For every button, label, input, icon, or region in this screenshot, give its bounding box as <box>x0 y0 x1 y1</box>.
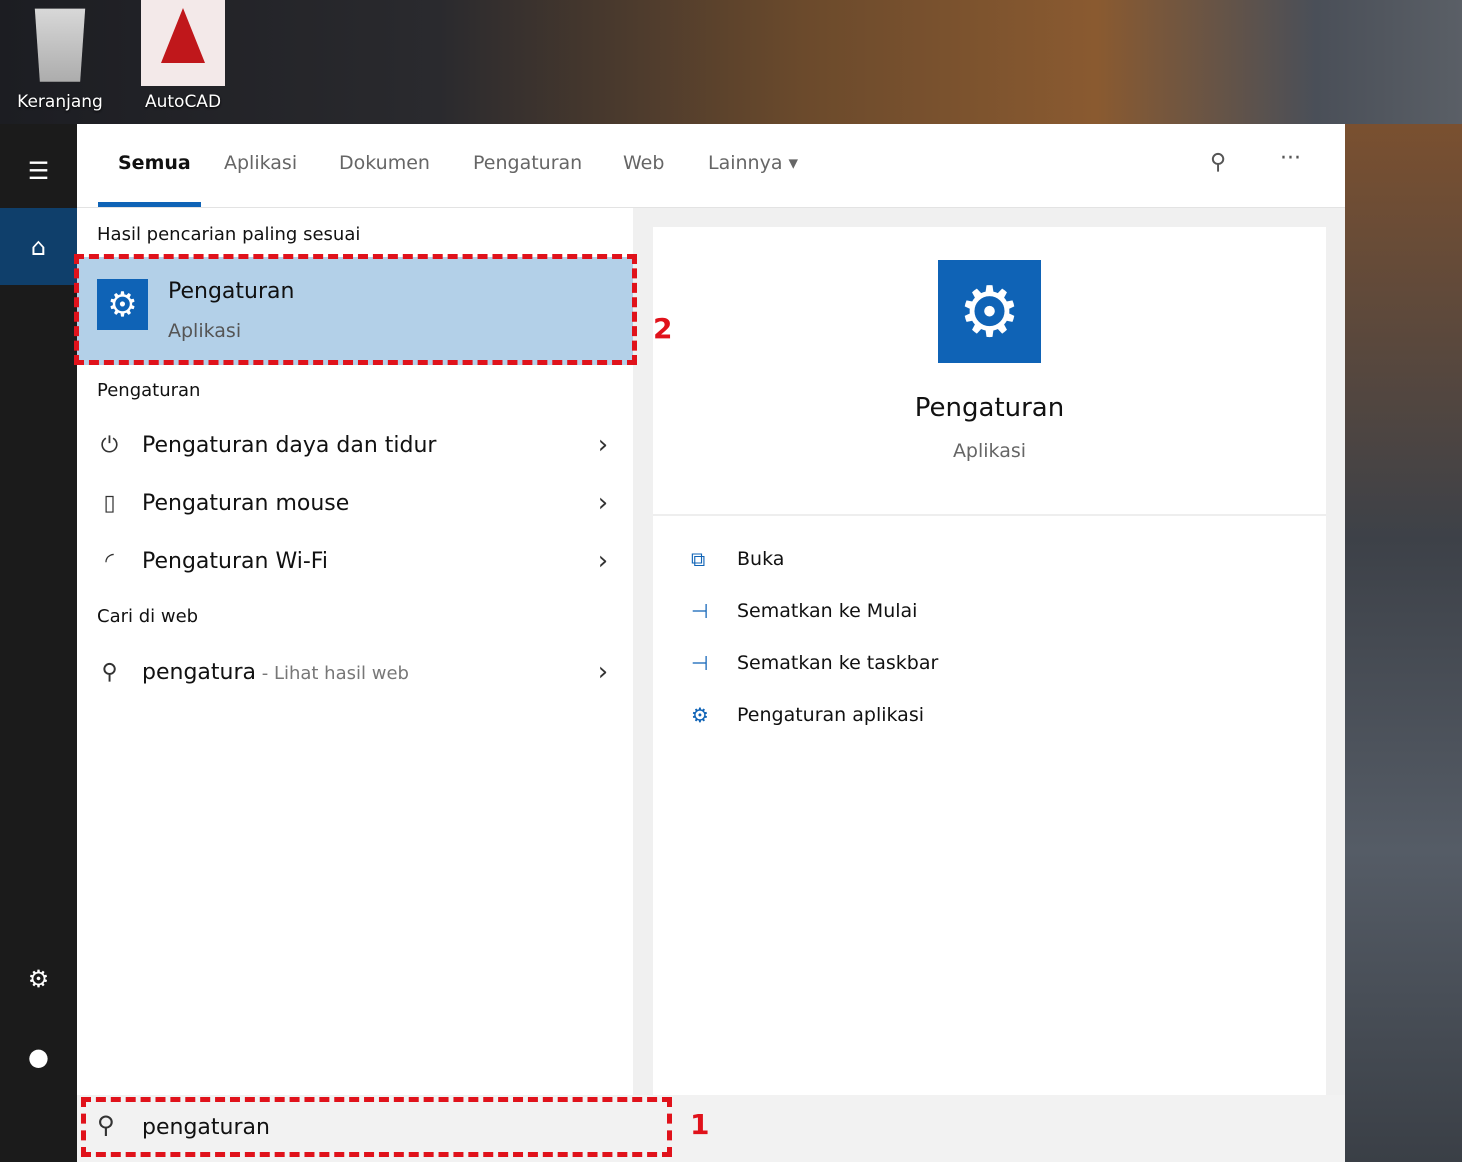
tab-lainnya[interactable]: Lainnya ▾ <box>708 152 798 174</box>
tab-semua[interactable]: Semua <box>118 152 191 174</box>
web-result-item[interactable]: ⚲ pengatura - Lihat hasil web › <box>77 644 633 700</box>
desktop-icon-label: Keranjang <box>17 92 103 112</box>
tab-pengaturan[interactable]: Pengaturan <box>473 152 582 174</box>
power-icon: ⏻ <box>100 432 119 458</box>
tab-lainnya-label: Lainnya <box>708 152 783 174</box>
settings-header: Pengaturan <box>97 380 201 401</box>
result-item[interactable]: ⏻ Pengaturan daya dan tidur › <box>77 417 633 473</box>
autocad-icon <box>141 0 225 86</box>
web-suffix: - Lihat hasil web <box>256 662 409 684</box>
chevron-right-icon[interactable]: › <box>573 657 633 687</box>
action-open[interactable]: ⧉ Buka <box>691 547 784 571</box>
annotation-box-1 <box>81 1097 672 1157</box>
action-label: Buka <box>737 548 785 570</box>
action-label: Pengaturan aplikasi <box>737 704 924 726</box>
recycle-bin-icon <box>34 8 86 82</box>
divider <box>653 514 1326 516</box>
open-icon: ⧉ <box>691 547 706 571</box>
mouse-icon: ▯ <box>103 490 116 516</box>
tab-aplikasi[interactable]: Aplikasi <box>224 152 297 174</box>
preview-subtitle: Aplikasi <box>952 440 1027 462</box>
action-app-settings[interactable]: ⚙ Pengaturan aplikasi <box>691 703 924 727</box>
web-query: pengatura <box>142 659 256 685</box>
best-match-header: Hasil pencarian paling sesuai <box>97 224 361 245</box>
result-item[interactable]: ▯ Pengaturan mouse › <box>77 475 633 531</box>
desktop-icon-recycle-bin[interactable]: Keranjang <box>10 0 110 112</box>
tab-dokumen[interactable]: Dokumen <box>339 152 430 174</box>
result-item[interactable]: ◜ Pengaturan Wi-Fi › <box>77 533 633 589</box>
active-tab-indicator <box>98 202 201 207</box>
chevron-right-icon[interactable]: › <box>573 546 633 576</box>
annotation-number-1: 1 <box>690 1108 710 1141</box>
preview-pane: ⚙ Pengaturan Aplikasi ⧉ Buka ⊣ Sematkan ke… <box>653 227 1326 1095</box>
side-rail: ☰ ⌂ ⚙ ● <box>0 124 77 1162</box>
settings-app-large-icon: ⚙ <box>938 260 1041 363</box>
more-options-icon[interactable]: ··· <box>1280 146 1301 171</box>
action-label: Sematkan ke Mulai <box>737 600 918 622</box>
action-pin-start[interactable]: ⊣ Sematkan ke Mulai <box>691 599 917 623</box>
filter-tabs: Semua Aplikasi Dokumen Pengaturan Web La… <box>77 124 1345 208</box>
user-feedback-icon[interactable]: ● <box>0 1018 77 1095</box>
hamburger-menu-icon[interactable]: ☰ <box>0 132 77 209</box>
action-label: Sematkan ke taskbar <box>737 652 939 674</box>
chevron-right-icon[interactable]: › <box>573 430 633 460</box>
home-icon[interactable]: ⌂ <box>0 208 77 285</box>
feedback-icon[interactable]: ⚲ <box>1210 150 1226 175</box>
annotation-number-2: 2 <box>653 312 673 345</box>
caret-down-icon: ▾ <box>788 152 799 174</box>
chevron-right-icon[interactable]: › <box>573 488 633 518</box>
result-label: Pengaturan daya dan tidur <box>142 432 437 458</box>
desktop-wallpaper <box>1345 124 1462 1162</box>
annotation-box-2 <box>74 254 637 365</box>
desktop-icon-autocad[interactable]: AutoCAD <box>133 0 233 112</box>
desktop-icon-label: AutoCAD <box>144 92 222 112</box>
wifi-icon: ◜ <box>105 548 114 574</box>
settings-gear-icon[interactable]: ⚙ <box>0 940 77 1017</box>
gear-icon: ⚙ <box>691 703 709 727</box>
result-label: Pengaturan Wi-Fi <box>142 548 328 574</box>
pin-icon: ⊣ <box>691 599 709 623</box>
search-icon: ⚲ <box>101 659 118 685</box>
result-label: Pengaturan mouse <box>142 490 350 516</box>
action-pin-taskbar[interactable]: ⊣ Sematkan ke taskbar <box>691 651 938 675</box>
preview-title: Pengaturan <box>914 393 1065 423</box>
web-header: Cari di web <box>97 606 199 627</box>
tab-web[interactable]: Web <box>623 152 664 174</box>
pin-icon: ⊣ <box>691 651 709 675</box>
